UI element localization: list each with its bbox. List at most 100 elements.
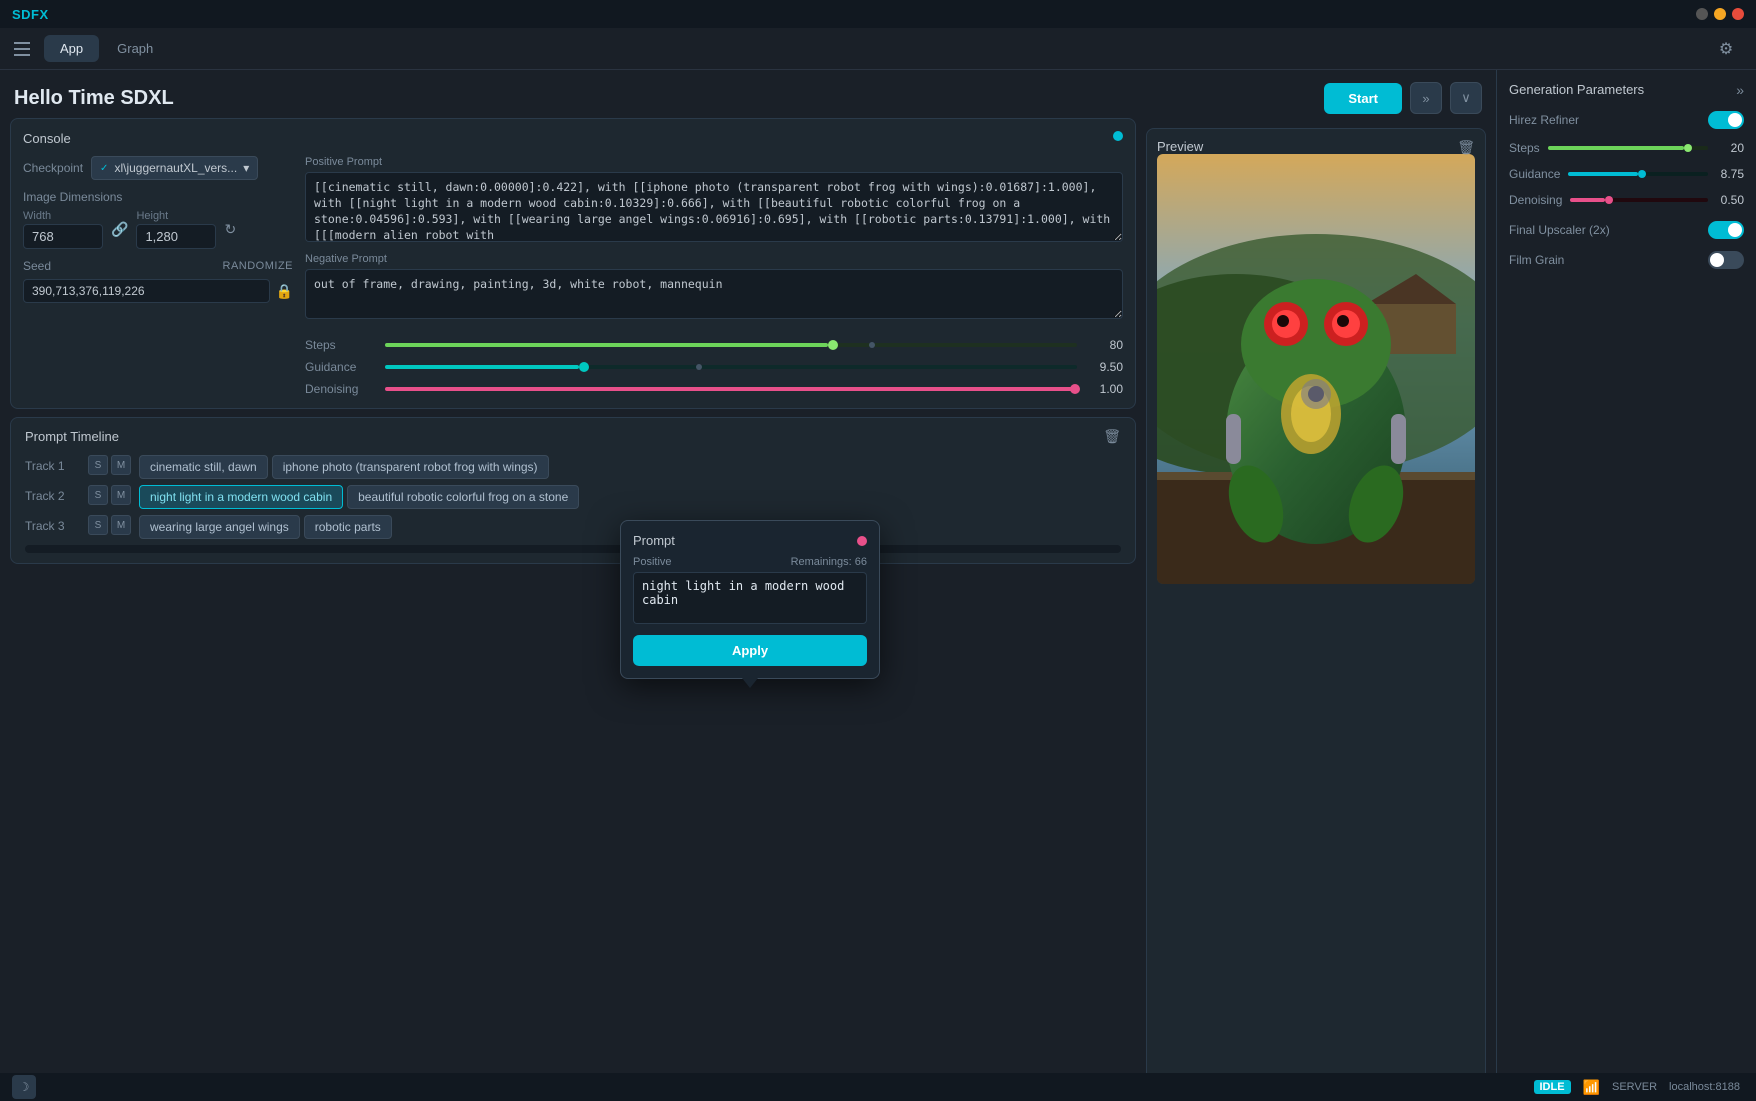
height-group: Height	[136, 210, 216, 249]
denoising-label: Denoising	[305, 382, 375, 396]
nav-tab-app[interactable]: App	[44, 35, 99, 62]
final-upscaler-label: Final Upscaler (2x)	[1509, 223, 1610, 237]
track-1-m-button[interactable]: M	[111, 455, 131, 475]
track-3-clip-1[interactable]: wearing large angel wings	[139, 515, 300, 539]
window-minimize[interactable]	[1696, 8, 1708, 20]
track-3-s-button[interactable]: S	[88, 515, 108, 535]
track-1-label: Track 1	[25, 455, 80, 473]
gen-steps-slider	[1548, 146, 1708, 150]
expand-button[interactable]: »	[1410, 82, 1442, 114]
nav-bar: App Graph ⚙	[0, 28, 1756, 70]
window-maximize[interactable]	[1714, 8, 1726, 20]
final-upscaler-row: Final Upscaler (2x)	[1509, 221, 1744, 239]
track-1-clip-1[interactable]: cinematic still, dawn	[139, 455, 268, 479]
track-2-s-button[interactable]: S	[88, 485, 108, 505]
final-upscaler-knob	[1728, 223, 1742, 237]
header-actions: Start » ∨	[1324, 82, 1482, 114]
seed-row: Seed RANDOMIZE	[23, 259, 293, 273]
steps-slider-thumb[interactable]	[828, 340, 838, 350]
gen-guidance-track[interactable]	[1568, 172, 1708, 176]
gen-denoising-slider	[1570, 198, 1708, 202]
preview-title: Preview	[1157, 139, 1203, 154]
negative-prompt-label: Negative Prompt	[305, 253, 1123, 265]
popup-close-button[interactable]	[857, 536, 867, 546]
track-3-clip-2[interactable]: robotic parts	[304, 515, 392, 539]
refresh-icon[interactable]: ↻	[224, 221, 236, 238]
track-2-buttons: S M	[88, 485, 131, 505]
negative-prompt-input[interactable]: out of frame, drawing, painting, 3d, whi…	[305, 269, 1123, 319]
track-2-clips: night light in a modern wood cabin beaut…	[139, 485, 1121, 509]
gen-steps-value: 20	[1716, 141, 1744, 155]
checkpoint-label: Checkpoint	[23, 161, 83, 175]
preview-trash-icon[interactable]: 🗑	[1457, 139, 1475, 156]
gen-guidance-label: Guidance	[1509, 167, 1560, 181]
page-title: Hello Time SDXL	[14, 87, 174, 110]
track-1-clip-2[interactable]: iphone photo (transparent robot frog wit…	[272, 455, 549, 479]
console-left-column: Checkpoint ✓ xl\juggernautXL_vers... ▾ I…	[23, 156, 293, 396]
checkpoint-select[interactable]: ✓ xl\juggernautXL_vers... ▾	[91, 156, 258, 180]
hamburger-menu[interactable]	[8, 35, 36, 63]
final-upscaler-toggle[interactable]	[1708, 221, 1744, 239]
gen-steps-thumb[interactable]	[1684, 144, 1692, 152]
start-button[interactable]: Start	[1324, 83, 1402, 114]
hirez-refiner-toggle[interactable]	[1708, 111, 1744, 129]
track-2: Track 2 S M night light in a modern wood…	[25, 485, 1121, 509]
gen-denoising-fill	[1570, 198, 1604, 202]
popup-header: Prompt	[633, 533, 867, 548]
page-header: Hello Time SDXL Start » ∨	[0, 70, 1496, 118]
width-input[interactable]	[23, 224, 103, 249]
gen-denoising-thumb[interactable]	[1605, 196, 1613, 204]
track-2-clip-2[interactable]: beautiful robotic colorful frog on a sto…	[347, 485, 579, 509]
timeline-trash-icon[interactable]: 🗑	[1103, 428, 1121, 445]
popup-text-input[interactable]: night light in a modern wood cabin	[633, 572, 867, 624]
film-grain-knob	[1710, 253, 1724, 267]
positive-prompt-input[interactable]: [[cinematic still, dawn:0.00000]:0.422],…	[305, 172, 1123, 242]
hirez-refiner-knob	[1728, 113, 1742, 127]
gen-steps-track[interactable]	[1548, 146, 1708, 150]
checkpoint-dropdown-icon: ▾	[243, 161, 249, 175]
film-grain-row: Film Grain	[1509, 251, 1744, 269]
guidance-label: Guidance	[305, 360, 375, 374]
guidance-slider-thumb[interactable]	[579, 362, 589, 372]
track-1-s-button[interactable]: S	[88, 455, 108, 475]
timeline-scrollbar[interactable]	[25, 545, 1121, 553]
console-right-column: Positive Prompt [[cinematic still, dawn:…	[305, 156, 1123, 396]
app-logo: SDFX	[12, 7, 49, 22]
moon-button[interactable]: ☽	[12, 1075, 36, 1099]
denoising-slider-row: Denoising 1.00	[305, 382, 1123, 396]
track-2-label: Track 2	[25, 485, 80, 503]
dim-row: Width 🔗 Height ↻	[23, 210, 293, 249]
denoising-slider-fill	[385, 387, 1077, 391]
collapse-button[interactable]: ∨	[1450, 82, 1482, 114]
guidance-slider-track[interactable]	[385, 365, 1077, 369]
image-dimensions-title: Image Dimensions	[23, 190, 293, 204]
gen-denoising-track[interactable]	[1570, 198, 1708, 202]
height-input[interactable]	[136, 224, 216, 249]
generation-params-panel: Generation Parameters » Hirez Refiner St…	[1496, 70, 1756, 1101]
track-2-m-button[interactable]: M	[111, 485, 131, 505]
gen-params-expand-icon[interactable]: »	[1736, 82, 1744, 98]
lock-icon[interactable]: 🔒	[276, 283, 293, 300]
image-dimensions: Image Dimensions Width 🔗 Height	[23, 190, 293, 249]
preview-image	[1157, 154, 1475, 584]
track-2-clip-1[interactable]: night light in a modern wood cabin	[139, 485, 343, 509]
steps-slider-track[interactable]	[385, 343, 1077, 347]
settings-gear-icon[interactable]: ⚙	[1712, 35, 1740, 63]
timeline-title: Prompt Timeline	[25, 429, 119, 444]
film-grain-toggle[interactable]	[1708, 251, 1744, 269]
randomize-button[interactable]: RANDOMIZE	[223, 260, 294, 272]
seed-input[interactable]	[23, 279, 270, 303]
checkpoint-row: Checkpoint ✓ xl\juggernautXL_vers... ▾	[23, 156, 293, 180]
checkpoint-check-icon: ✓	[100, 163, 108, 174]
wifi-icon: 📶	[1583, 1079, 1600, 1096]
gen-denoising-label: Denoising	[1509, 193, 1562, 207]
gen-denoising-row: Denoising 0.50	[1509, 193, 1744, 207]
nav-tab-graph[interactable]: Graph	[101, 35, 169, 62]
popup-apply-button[interactable]: Apply	[633, 635, 867, 666]
host-label: localhost:8188	[1669, 1081, 1740, 1093]
window-close[interactable]	[1732, 8, 1744, 20]
track-3-m-button[interactable]: M	[111, 515, 131, 535]
denoising-slider-thumb[interactable]	[1070, 384, 1080, 394]
denoising-slider-track[interactable]	[385, 387, 1077, 391]
gen-guidance-thumb[interactable]	[1638, 170, 1646, 178]
